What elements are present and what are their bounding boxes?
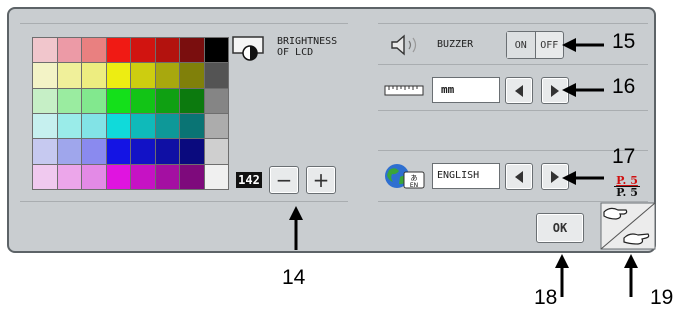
color-swatch[interactable]	[106, 63, 130, 88]
unit-prev-button[interactable]	[505, 77, 533, 104]
color-swatch[interactable]	[204, 38, 228, 63]
divider-top-left	[20, 23, 348, 24]
brightness-icon	[232, 36, 264, 61]
color-swatch[interactable]	[57, 88, 81, 113]
language-display: ENGLISH	[432, 163, 500, 189]
color-swatch[interactable]	[204, 139, 228, 164]
color-swatch[interactable]	[131, 63, 155, 88]
divider-2	[378, 110, 648, 111]
color-swatch[interactable]	[131, 139, 155, 164]
arrow-right-icon	[551, 170, 559, 183]
buzzer-on-option[interactable]: ON	[507, 32, 536, 58]
color-swatch[interactable]	[204, 88, 228, 113]
color-swatch[interactable]	[180, 63, 204, 88]
color-swatch[interactable]	[106, 139, 130, 164]
color-swatch[interactable]	[106, 114, 130, 139]
globe-icon: あ EN	[385, 164, 425, 189]
color-swatch[interactable]	[131, 164, 155, 189]
brightness-label: BRIGHTNESS OF LCD	[277, 36, 338, 58]
color-swatch[interactable]	[33, 114, 57, 139]
color-swatch[interactable]	[106, 88, 130, 113]
color-swatch[interactable]	[180, 114, 204, 139]
callout-19: 19	[650, 286, 674, 309]
speaker-icon	[391, 34, 417, 56]
svg-text:EN: EN	[410, 182, 418, 189]
brightness-value: 142	[236, 172, 262, 188]
language-prev-button[interactable]	[505, 163, 533, 190]
page-indicator: P. 5 P. 5	[614, 175, 640, 198]
callout-18: 18	[534, 286, 558, 309]
ok-button[interactable]: OK	[536, 213, 584, 243]
color-swatch[interactable]	[33, 88, 57, 113]
color-swatch[interactable]	[131, 114, 155, 139]
divider-1	[378, 64, 648, 65]
divider-bottom-left	[20, 201, 348, 202]
color-swatch[interactable]	[57, 164, 81, 189]
callout-14: 14	[282, 266, 306, 289]
color-swatch[interactable]	[155, 38, 179, 63]
color-swatch[interactable]	[155, 88, 179, 113]
color-swatch[interactable]	[180, 139, 204, 164]
color-swatch[interactable]	[204, 164, 228, 189]
color-palette[interactable]	[32, 37, 229, 190]
color-swatch[interactable]	[57, 38, 81, 63]
divider-3	[378, 150, 648, 151]
color-swatch[interactable]	[33, 164, 57, 189]
color-swatch[interactable]	[82, 114, 106, 139]
buzzer-toggle[interactable]: ON OFF	[506, 31, 564, 59]
color-swatch[interactable]	[57, 139, 81, 164]
color-swatch[interactable]	[33, 63, 57, 88]
color-swatch[interactable]	[155, 164, 179, 189]
color-swatch[interactable]	[131, 88, 155, 113]
color-swatch[interactable]	[106, 38, 130, 63]
color-swatch[interactable]	[82, 139, 106, 164]
color-swatch[interactable]	[57, 63, 81, 88]
color-swatch[interactable]	[82, 88, 106, 113]
color-swatch[interactable]	[82, 164, 106, 189]
arrow-left-icon	[515, 170, 523, 183]
color-swatch[interactable]	[82, 63, 106, 88]
page-turn-button[interactable]	[600, 202, 656, 250]
color-swatch[interactable]	[155, 63, 179, 88]
color-swatch[interactable]	[33, 38, 57, 63]
color-swatch[interactable]	[57, 114, 81, 139]
divider-top-right	[378, 23, 648, 24]
color-swatch[interactable]	[180, 164, 204, 189]
color-swatch[interactable]	[155, 139, 179, 164]
color-swatch[interactable]	[155, 114, 179, 139]
color-swatch[interactable]	[204, 63, 228, 88]
unit-next-button[interactable]	[541, 77, 569, 104]
page-total: P. 5	[614, 186, 640, 198]
callout-17: 17	[612, 145, 636, 168]
page-current: P. 5	[616, 174, 638, 187]
color-swatch[interactable]	[180, 38, 204, 63]
color-swatch[interactable]	[33, 139, 57, 164]
color-swatch[interactable]	[204, 114, 228, 139]
color-swatch[interactable]	[180, 88, 204, 113]
color-swatch[interactable]	[131, 38, 155, 63]
callout-16: 16	[612, 75, 636, 98]
brightness-increase-button[interactable]: +	[306, 166, 336, 194]
ruler-icon	[384, 85, 424, 96]
unit-display: mm	[432, 77, 500, 103]
arrow-right-icon	[551, 84, 559, 97]
svg-text:あ: あ	[411, 174, 418, 182]
buzzer-label: BUZZER	[437, 39, 474, 50]
arrow-left-icon	[515, 84, 523, 97]
color-swatch[interactable]	[82, 38, 106, 63]
language-next-button[interactable]	[541, 163, 569, 190]
brightness-decrease-button[interactable]: −	[269, 166, 299, 194]
callout-15: 15	[612, 30, 636, 53]
buzzer-off-option[interactable]: OFF	[536, 32, 564, 58]
color-swatch[interactable]	[106, 164, 130, 189]
